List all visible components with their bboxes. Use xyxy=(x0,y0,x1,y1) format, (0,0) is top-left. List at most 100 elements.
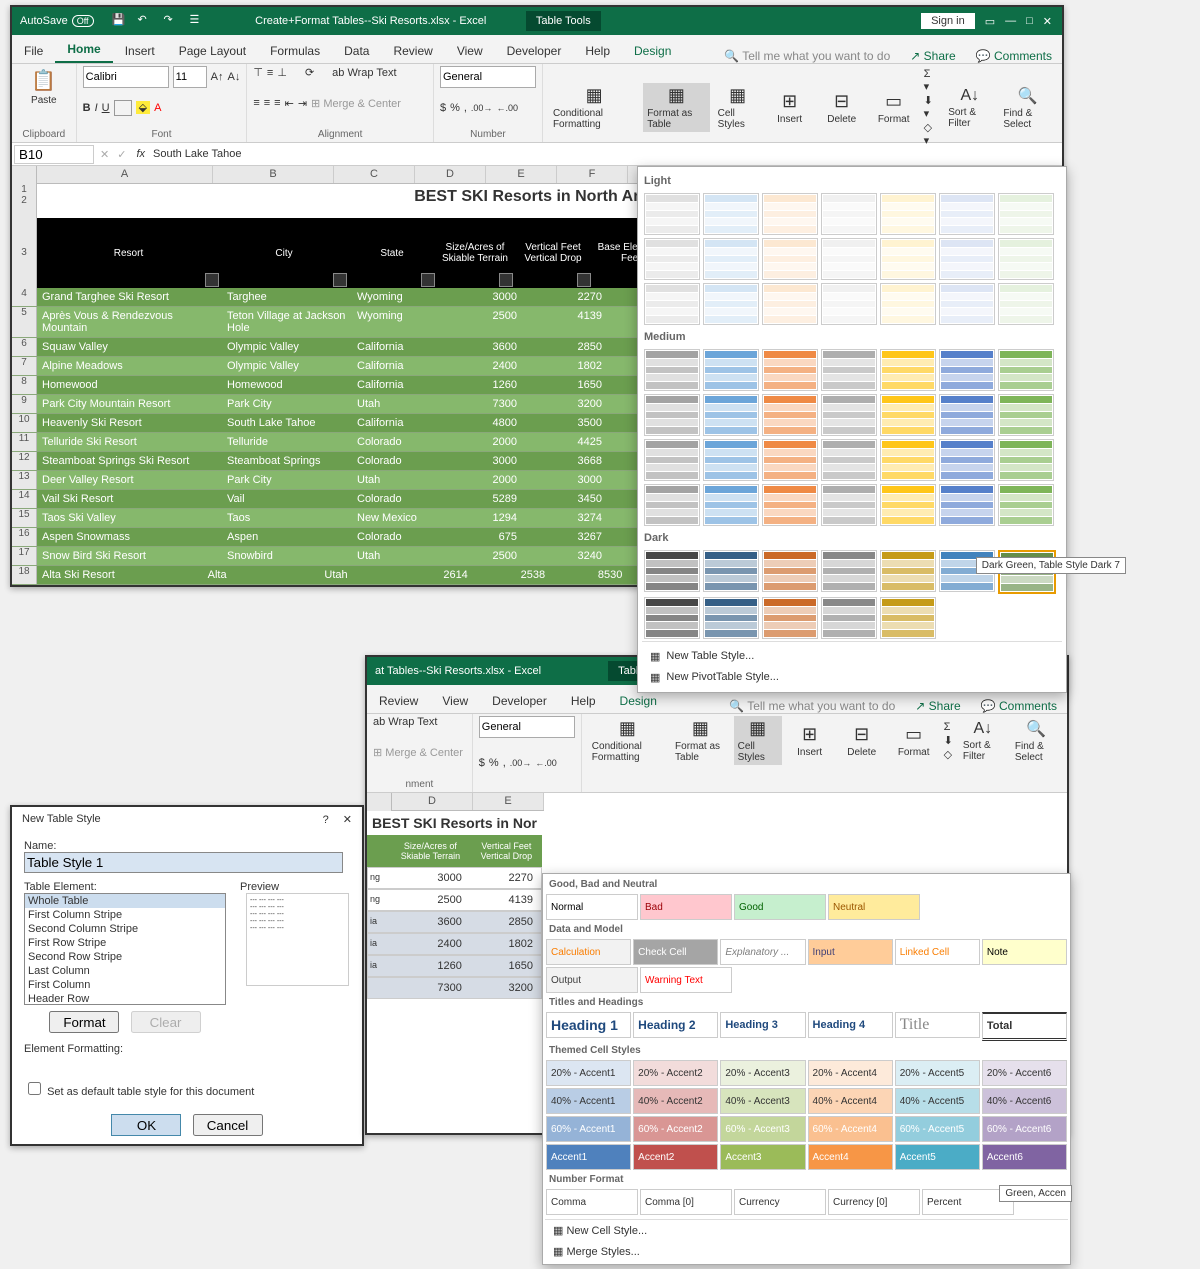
col-header[interactable]: A xyxy=(37,166,213,183)
data-cell[interactable]: 2500 xyxy=(391,890,470,910)
italic-button[interactable]: I xyxy=(95,102,98,114)
data-cell[interactable]: 2500 xyxy=(442,547,527,565)
table-style-thumb[interactable] xyxy=(821,597,877,639)
table-style-thumb[interactable] xyxy=(703,597,759,639)
cell-style-item[interactable]: 60% - Accent1 xyxy=(546,1116,631,1142)
table-style-thumb[interactable] xyxy=(762,394,818,436)
bold-button[interactable]: B xyxy=(83,102,91,114)
new-cell-style-item[interactable]: ▦ New Cell Style... xyxy=(545,1220,1068,1241)
list-item[interactable]: Header Row xyxy=(25,992,225,1005)
cell-style-item[interactable]: 60% - Accent2 xyxy=(633,1116,718,1142)
table-style-thumb[interactable] xyxy=(762,439,818,481)
wrap-text-button[interactable]: ab Wrap Text xyxy=(373,716,437,728)
data-cell[interactable]: Utah xyxy=(352,547,442,565)
table-style-thumb[interactable] xyxy=(939,193,995,235)
increase-font-icon[interactable]: A↑ xyxy=(211,71,224,83)
save-icon[interactable]: 💾 xyxy=(112,13,128,29)
data-cell[interactable]: 1260 xyxy=(442,376,527,394)
tab-insert[interactable]: Insert xyxy=(113,39,167,63)
table-style-thumb[interactable] xyxy=(880,238,936,280)
tab-view[interactable]: View xyxy=(445,39,495,63)
tell-me-search[interactable]: 🔍 Tell me what you want to do xyxy=(714,49,900,63)
table-style-thumb[interactable] xyxy=(939,394,995,436)
cell-style-item[interactable]: Neutral xyxy=(828,894,920,920)
decrease-decimal-icon[interactable]: ←.00 xyxy=(496,103,518,113)
data-cell[interactable]: Deer Valley Resort xyxy=(37,471,222,489)
data-cell[interactable]: 3000 xyxy=(442,452,527,470)
data-cell[interactable]: 2270 xyxy=(470,868,541,888)
table-header[interactable]: Vertical Feet Vertical Drop xyxy=(514,218,592,288)
table-style-thumb[interactable] xyxy=(998,484,1054,526)
cell-styles-button[interactable]: ▦Cell Styles xyxy=(734,716,782,765)
table-style-thumb[interactable] xyxy=(762,238,818,280)
cell-style-item[interactable]: Currency [0] xyxy=(828,1189,920,1215)
data-cell[interactable]: Steamboat Springs Ski Resort xyxy=(37,452,222,470)
data-cell[interactable]: 2400 xyxy=(442,357,527,375)
data-cell[interactable]: California xyxy=(352,376,442,394)
table-style-thumb[interactable] xyxy=(939,484,995,526)
table-header[interactable]: State xyxy=(348,218,436,288)
data-cell[interactable]: 2850 xyxy=(470,912,541,932)
col-header[interactable]: F xyxy=(557,166,628,183)
data-cell[interactable]: 2400 xyxy=(391,934,470,954)
find-select-button[interactable]: 🔍Find & Select xyxy=(1011,717,1061,765)
close-icon[interactable]: ✕ xyxy=(343,814,352,826)
table-style-thumb[interactable] xyxy=(939,238,995,280)
data-cell[interactable]: 4139 xyxy=(470,890,541,910)
tab-data[interactable]: Data xyxy=(332,39,381,63)
table-style-thumb[interactable] xyxy=(880,349,936,391)
data-cell[interactable]: South Lake Tahoe xyxy=(222,414,352,432)
paste-button[interactable]: 📋Paste xyxy=(18,66,70,108)
table-style-thumb[interactable] xyxy=(644,439,700,481)
cell-style-item[interactable]: Accent4 xyxy=(808,1144,893,1170)
data-cell[interactable]: 5289 xyxy=(442,490,527,508)
data-cell[interactable]: Vail xyxy=(222,490,352,508)
find-select-button[interactable]: 🔍Find & Select xyxy=(999,84,1056,132)
list-item[interactable]: First Row Stripe xyxy=(25,936,225,950)
cell-style-item[interactable]: Calculation xyxy=(546,939,631,965)
data-cell[interactable]: 3450 xyxy=(527,490,612,508)
table-style-thumb[interactable] xyxy=(998,193,1054,235)
format-button[interactable]: ▭Format xyxy=(890,722,938,760)
undo-icon[interactable]: ↶ xyxy=(138,13,154,29)
filter-dropdown-icon[interactable] xyxy=(499,273,513,287)
sort-filter-button[interactable]: A↓Sort & Filter xyxy=(944,85,995,131)
cell-style-item[interactable]: Accent5 xyxy=(895,1144,980,1170)
cell-style-item[interactable]: 20% - Accent5 xyxy=(895,1060,980,1086)
tell-me-search[interactable]: 🔍 Tell me what you want to do xyxy=(719,699,905,713)
data-cell[interactable]: Vail Ski Resort xyxy=(37,490,222,508)
cell-style-item[interactable]: Total xyxy=(982,1012,1067,1041)
data-cell[interactable]: Après Vous & Rendezvous Mountain xyxy=(37,307,222,337)
wrap-text-button[interactable]: ab Wrap Text xyxy=(332,67,396,79)
table-style-thumb[interactable] xyxy=(998,439,1054,481)
table-style-thumb[interactable] xyxy=(880,484,936,526)
data-cell[interactable]: Snow Bird Ski Resort xyxy=(37,547,222,565)
underline-button[interactable]: U xyxy=(102,102,110,114)
data-cell[interactable]: 3000 xyxy=(527,471,612,489)
data-cell[interactable]: Alta xyxy=(203,566,320,584)
data-cell[interactable]: Wyoming xyxy=(352,307,442,337)
cell-style-item[interactable]: Heading 2 xyxy=(633,1012,718,1038)
table-style-thumb[interactable] xyxy=(998,349,1054,391)
ok-button[interactable]: OK xyxy=(111,1114,181,1136)
data-cell[interactable]: Teton Village at Jackson Hole xyxy=(222,307,352,337)
cell-style-item[interactable]: 40% - Accent3 xyxy=(720,1088,805,1114)
data-cell[interactable]: Park City xyxy=(222,471,352,489)
tab-developer[interactable]: Developer xyxy=(495,39,574,63)
currency-icon[interactable]: $ xyxy=(479,757,485,769)
table-style-thumb[interactable] xyxy=(939,349,995,391)
data-cell[interactable]: 2000 xyxy=(442,433,527,451)
format-as-table-button[interactable]: ▦Format as Table xyxy=(671,716,730,765)
filter-dropdown-icon[interactable] xyxy=(421,273,435,287)
tab-help[interactable]: Help xyxy=(559,689,608,713)
fill-icon[interactable]: ⬇ ▾ xyxy=(924,94,939,120)
cancel-formula-icon[interactable]: ✕ xyxy=(96,148,113,161)
data-cell[interactable]: Steamboat Springs xyxy=(222,452,352,470)
new-pivot-style-item[interactable]: ▦ New PivotTable Style... xyxy=(642,667,1062,688)
col-header[interactable]: D xyxy=(392,793,473,810)
cancel-button[interactable]: Cancel xyxy=(193,1114,263,1136)
data-cell[interactable]: 4800 xyxy=(442,414,527,432)
data-cell[interactable]: Olympic Valley xyxy=(222,338,352,356)
data-cell[interactable]: Alpine Meadows xyxy=(37,357,222,375)
table-style-thumb[interactable] xyxy=(821,484,877,526)
